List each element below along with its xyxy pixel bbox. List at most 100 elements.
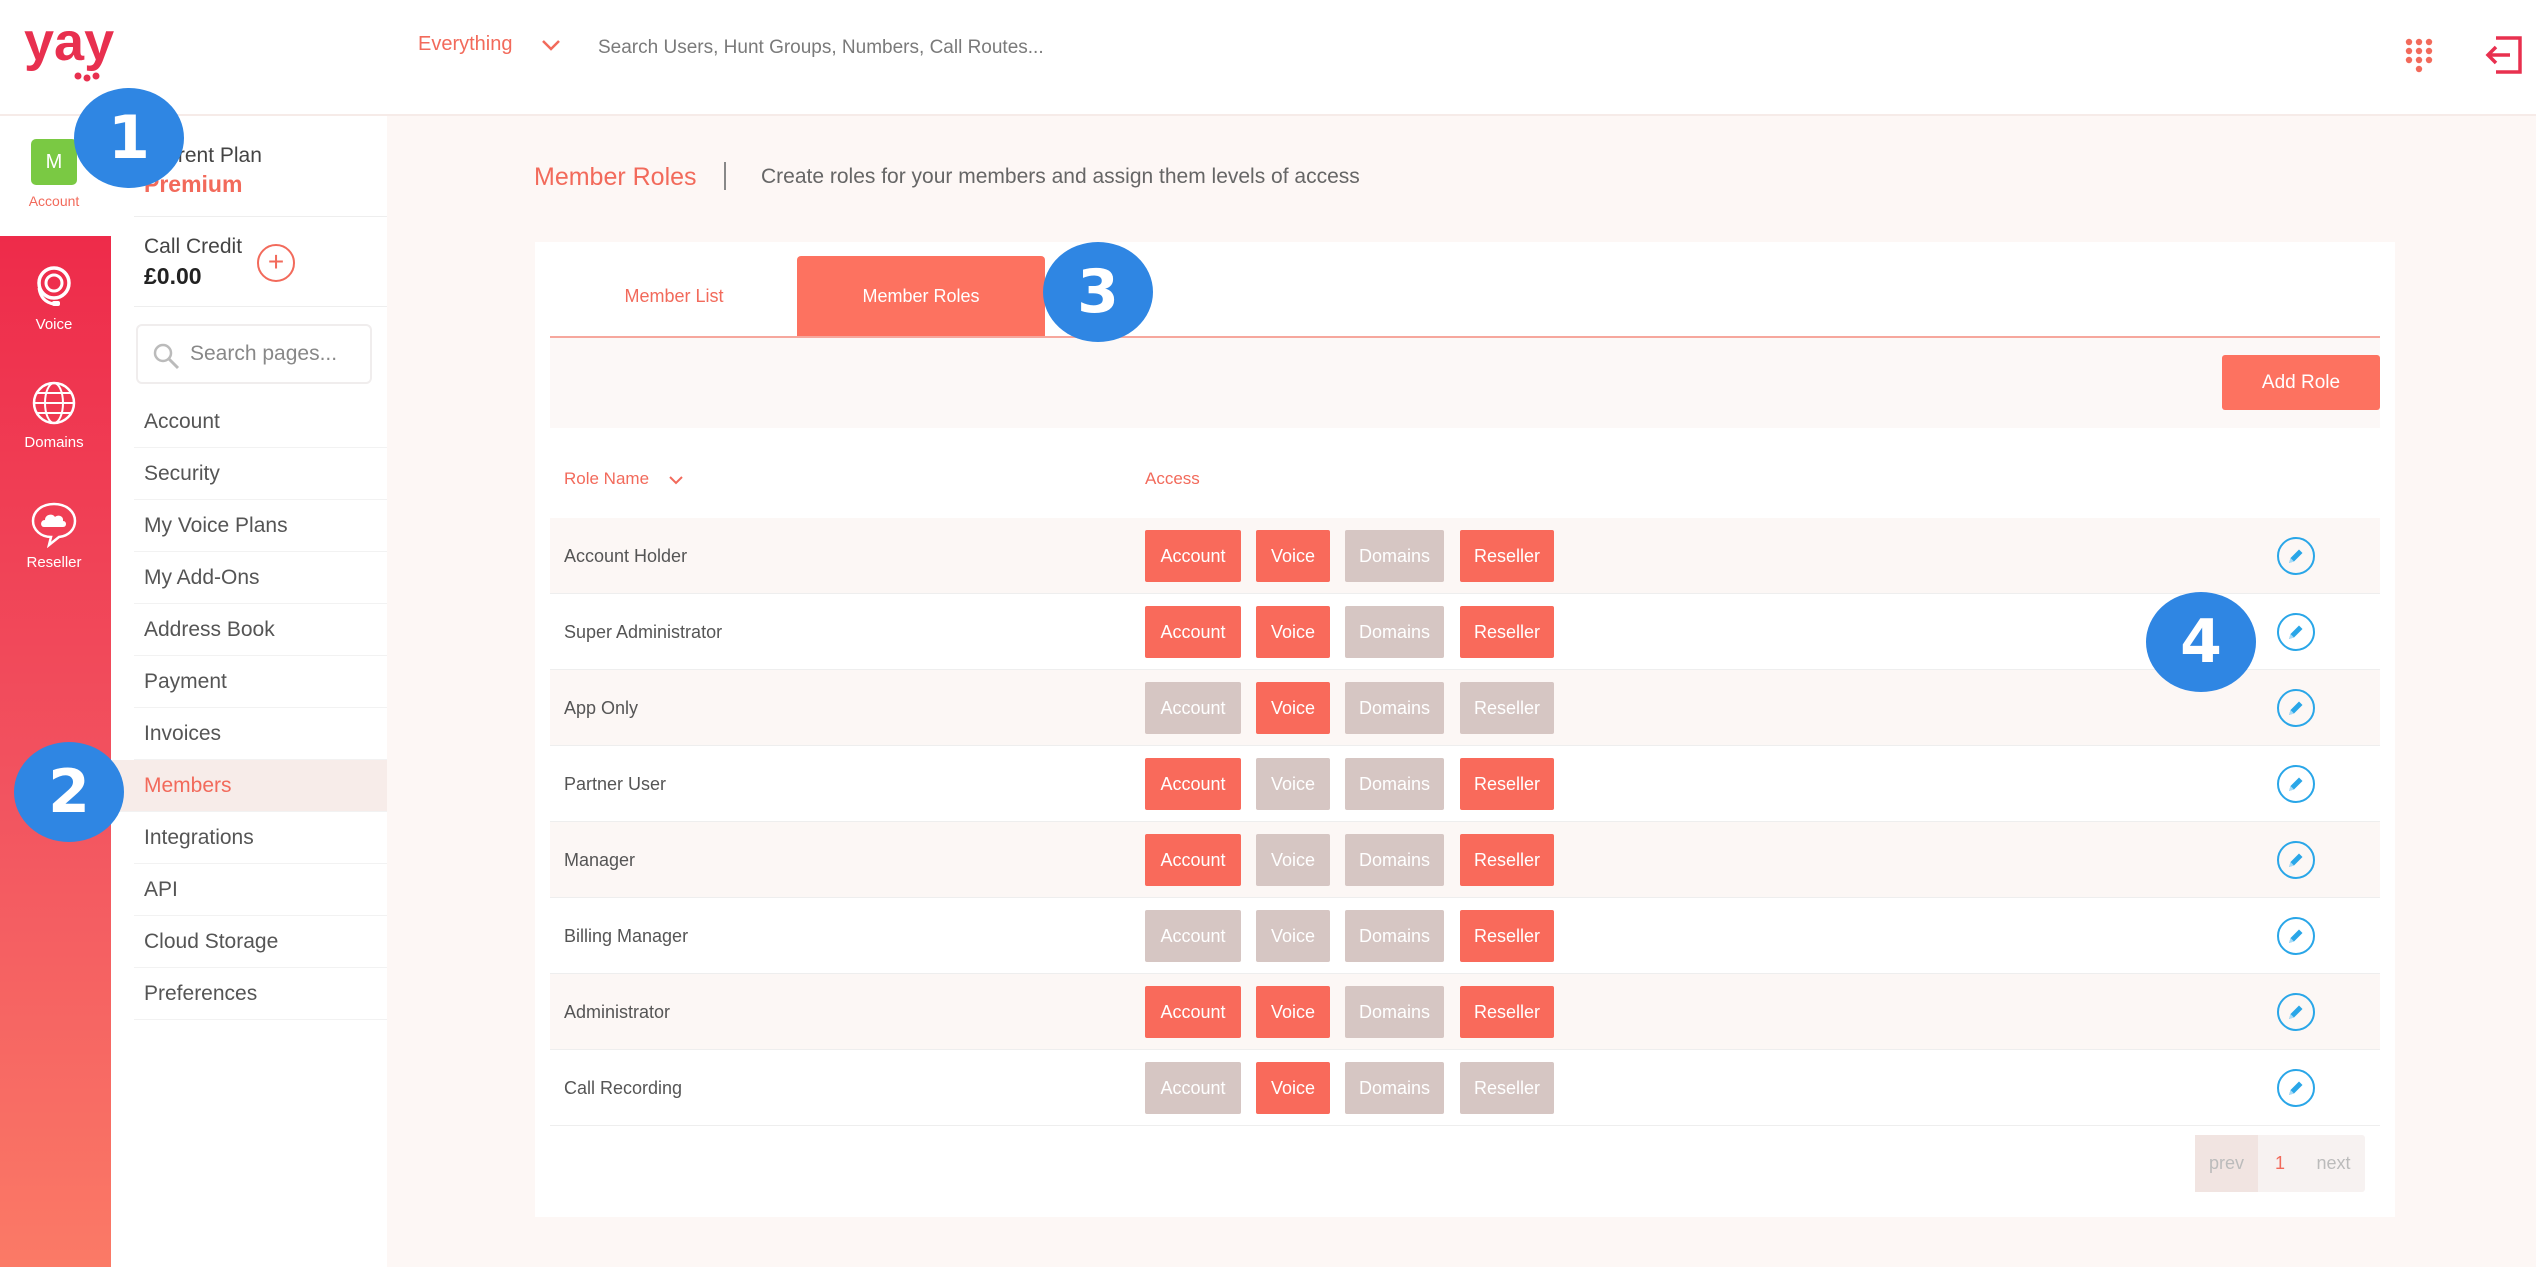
access-chip-voice[interactable]: Voice <box>1256 606 1330 658</box>
tab-member-roles[interactable]: Member Roles <box>797 256 1045 336</box>
role-name: App Only <box>564 698 639 718</box>
callout-badge: 3 <box>1043 242 1153 342</box>
pencil-icon <box>2289 1005 2303 1019</box>
access-chip-account[interactable]: Account <box>1145 834 1241 886</box>
column-header-role-name[interactable]: Role Name <box>564 469 684 489</box>
nav-item-payment[interactable]: Payment <box>134 656 387 708</box>
nav-item-security[interactable]: Security <box>134 448 387 500</box>
access-chip-domains[interactable]: Domains <box>1345 530 1444 582</box>
access-chip-domains[interactable]: Domains <box>1345 834 1444 886</box>
access-chip-domains[interactable]: Domains <box>1345 1062 1444 1114</box>
pencil-icon <box>2289 929 2303 943</box>
settings-nav: Account Security My Voice Plans My Add-O… <box>111 396 387 1020</box>
access-chip-reseller[interactable]: Reseller <box>1460 758 1554 810</box>
current-page[interactable]: 1 <box>2258 1135 2302 1192</box>
rail-item-domains[interactable]: Domains <box>0 378 108 451</box>
access-chip-voice[interactable]: Voice <box>1256 682 1330 734</box>
nav-item-invoices[interactable]: Invoices <box>134 708 387 760</box>
roles-table: Account Holder Account Voice Domains Reselle… <box>550 518 2380 1126</box>
rail-item-label: Reseller <box>26 554 82 571</box>
sort-chevron-icon <box>669 475 683 484</box>
edit-role-button[interactable] <box>2277 917 2315 955</box>
pagination: prev 1 next <box>2195 1135 2365 1192</box>
nav-item-api[interactable]: API <box>134 864 387 916</box>
access-chip-account[interactable]: Account <box>1145 758 1241 810</box>
access-chip-voice[interactable]: Voice <box>1256 530 1330 582</box>
divider <box>134 216 387 217</box>
pencil-icon <box>2289 701 2303 715</box>
nav-item-my-add-ons[interactable]: My Add-Ons <box>134 552 387 604</box>
search-scope-label: Everything <box>418 33 513 55</box>
rail-item-label: Voice <box>35 316 73 333</box>
nav-item-members[interactable]: Members <box>111 760 387 812</box>
access-chip-domains[interactable]: Domains <box>1345 682 1444 734</box>
edit-role-button[interactable] <box>2277 1069 2315 1107</box>
call-credit-label: Call Credit <box>144 235 243 258</box>
role-name: Partner User <box>564 774 667 794</box>
access-chip-voice[interactable]: Voice <box>1256 758 1330 810</box>
table-row: App Only Account Voice Domains Reseller <box>550 670 2380 746</box>
role-name: Administrator <box>564 1002 671 1022</box>
access-chip-domains[interactable]: Domains <box>1345 910 1444 962</box>
table-row: Account Holder Account Voice Domains Reselle… <box>550 518 2380 594</box>
pencil-icon <box>2289 777 2303 791</box>
access-chip-reseller[interactable]: Reseller <box>1460 606 1554 658</box>
access-chip-voice[interactable]: Voice <box>1256 834 1330 886</box>
edit-role-button[interactable] <box>2277 613 2315 651</box>
column-header-access: Access <box>1145 469 1200 488</box>
access-chip-reseller[interactable]: Reseller <box>1460 834 1554 886</box>
access-chip-account[interactable]: Account <box>1145 682 1241 734</box>
access-chip-voice[interactable]: Voice <box>1256 1062 1330 1114</box>
rail-item-voice[interactable]: Voice <box>0 260 108 333</box>
access-chip-reseller[interactable]: Reseller <box>1460 1062 1554 1114</box>
yay-logo[interactable]: yay <box>24 12 144 86</box>
add-credit-button[interactable]: + <box>257 244 295 282</box>
access-chip-domains[interactable]: Domains <box>1345 986 1444 1038</box>
page-search-input[interactable] <box>190 336 366 372</box>
access-chip-reseller[interactable]: Reseller <box>1460 530 1554 582</box>
edit-role-button[interactable] <box>2277 841 2315 879</box>
access-chip-reseller[interactable]: Reseller <box>1460 986 1554 1038</box>
edit-role-button[interactable] <box>2277 689 2315 727</box>
apps-grid-icon[interactable] <box>2404 38 2434 74</box>
call-credit-value: £0.00 <box>144 263 202 289</box>
pencil-icon <box>2289 853 2303 867</box>
role-name: Billing Manager <box>564 926 689 946</box>
nav-item-integrations[interactable]: Integrations <box>134 812 387 864</box>
access-chip-reseller[interactable]: Reseller <box>1460 910 1554 962</box>
table-row: Partner User Account Voice Domains Reseller <box>550 746 2380 822</box>
rail-item-reseller[interactable]: Reseller <box>0 498 108 571</box>
table-row: Administrator Account Voice Domains Reseller <box>550 974 2380 1050</box>
nav-item-preferences[interactable]: Preferences <box>134 968 387 1020</box>
top-bar: yay Everything <box>0 0 2536 116</box>
callout-badge: 4 <box>2146 592 2256 692</box>
nav-item-account[interactable]: Account <box>134 396 387 448</box>
edit-role-button[interactable] <box>2277 765 2315 803</box>
nav-item-address-book[interactable]: Address Book <box>134 604 387 656</box>
access-chip-account[interactable]: Account <box>1145 1062 1241 1114</box>
next-page-button[interactable]: next <box>2302 1135 2365 1192</box>
access-chip-domains[interactable]: Domains <box>1345 758 1444 810</box>
access-chip-account[interactable]: Account <box>1145 910 1241 962</box>
access-chip-account[interactable]: Account <box>1145 986 1241 1038</box>
access-chip-voice[interactable]: Voice <box>1256 910 1330 962</box>
pencil-icon <box>2289 549 2303 563</box>
access-chip-reseller[interactable]: Reseller <box>1460 682 1554 734</box>
edit-role-button[interactable] <box>2277 993 2315 1031</box>
access-chip-domains[interactable]: Domains <box>1345 606 1444 658</box>
logout-icon[interactable] <box>2482 34 2524 76</box>
access-chip-voice[interactable]: Voice <box>1256 986 1330 1038</box>
tab-member-list[interactable]: Member List <box>550 256 798 336</box>
account-avatar[interactable]: M <box>31 139 77 185</box>
nav-item-my-voice-plans[interactable]: My Voice Plans <box>134 500 387 552</box>
edit-role-button[interactable] <box>2277 537 2315 575</box>
prev-page-button[interactable]: prev <box>2195 1135 2258 1192</box>
access-chip-account[interactable]: Account <box>1145 530 1241 582</box>
access-chip-account[interactable]: Account <box>1145 606 1241 658</box>
global-search-input[interactable] <box>598 28 1498 68</box>
add-role-button[interactable]: Add Role <box>2222 355 2380 410</box>
search-scope-dropdown[interactable]: Everything <box>418 33 561 56</box>
nav-item-cloud-storage[interactable]: Cloud Storage <box>134 916 387 968</box>
cloud-chat-icon <box>31 502 77 548</box>
chevron-down-icon <box>541 39 560 51</box>
